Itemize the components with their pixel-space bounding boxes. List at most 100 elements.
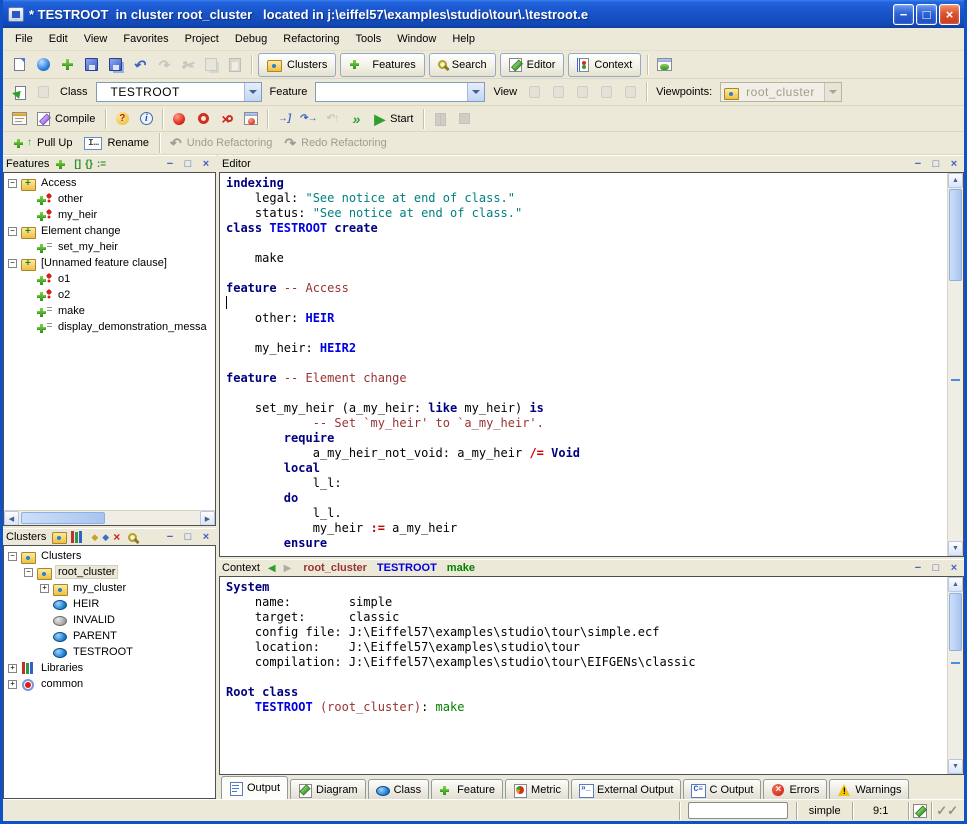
add-item-icon[interactable]: ◆ [91,531,98,543]
expand-toggle-icon[interactable]: − [8,552,17,561]
scroll-left-arrow[interactable]: ◀ [4,511,19,526]
step-over-icon[interactable]: ↷→ [296,108,320,130]
context-button[interactable]: Context [568,53,641,77]
class-combobox[interactable]: TESTROOT [96,82,262,102]
expand-toggle-icon[interactable]: − [8,227,17,236]
context-vscroll-thumb[interactable] [949,593,962,651]
expand-toggle-icon[interactable]: + [40,584,49,593]
breakpoint-enable-icon[interactable] [167,108,191,130]
new-class-icon[interactable] [55,54,79,76]
context-maximize-icon[interactable]: □ [929,561,943,575]
compile-button[interactable]: Compile [33,107,99,131]
code-line[interactable]: compilation: J:\Eiffel57\examples\studio… [226,655,947,670]
breakpoint-remove-icon[interactable]: × [215,108,239,130]
tree-item[interactable]: +Libraries [4,660,215,676]
code-line[interactable]: do [226,491,947,506]
tree-item[interactable]: o2 [4,287,215,303]
status-input[interactable] [688,802,788,819]
tree-item[interactable]: PARENT [4,628,215,644]
editor-vscrollbar[interactable]: ▲ ▼ [947,173,963,556]
clusters-close-icon[interactable]: × [199,530,213,544]
editor-button[interactable]: Editor [500,53,565,77]
scroll-up-arrow[interactable]: ▲ [948,577,963,592]
code-line[interactable]: ensure [226,536,947,551]
clusters-minimize-icon[interactable]: − [163,530,177,544]
code-line[interactable] [226,296,947,311]
tab-class[interactable]: Class [368,779,430,799]
remove-item-icon[interactable]: × [113,530,120,544]
hscroll-thumb[interactable] [21,512,105,524]
tree-item[interactable]: other [4,191,215,207]
breadcrumb-item[interactable]: TESTROOT [377,562,437,574]
step-into-icon[interactable]: →] [272,108,296,130]
editor-maximize-icon[interactable]: □ [929,157,943,171]
code-line[interactable] [226,386,947,401]
tree-item[interactable]: HEIR [4,596,215,612]
minimize-button[interactable]: − [893,4,914,25]
code-line[interactable]: status: "See notice at end of class." [226,206,947,221]
code-line[interactable]: my_heir := a_my_heir [226,521,947,536]
assigner-filter-icon[interactable]: := [97,159,106,170]
undo-refactoring-button[interactable]: ↶ Undo Refactoring [166,131,276,155]
code-line[interactable]: l_l: [226,476,947,491]
breadcrumb-item[interactable]: make [447,562,475,574]
expand-toggle-icon[interactable]: − [8,259,17,268]
clusters-maximize-icon[interactable]: □ [181,530,195,544]
tree-item[interactable]: +common [4,676,215,692]
stop-icon[interactable] [452,108,476,130]
context-close-icon[interactable]: × [947,561,961,575]
tab-feature[interactable]: Feature [431,779,503,799]
scroll-up-arrow[interactable]: ▲ [948,173,963,188]
expand-toggle-icon[interactable]: + [8,680,17,689]
tab-output[interactable]: Output [221,776,288,799]
code-line[interactable] [226,670,947,685]
tab-warnings[interactable]: Warnings [829,779,909,799]
expand-toggle-icon[interactable]: − [24,568,33,577]
menu-window[interactable]: Window [389,30,444,48]
code-line[interactable] [226,356,947,371]
add-library-icon[interactable] [70,531,84,544]
breadcrumb-item[interactable]: root_cluster [303,562,367,574]
features-close-icon[interactable]: × [199,157,213,171]
tab-errors[interactable]: Errors [763,779,827,799]
code-line[interactable]: legal: "See notice at end of class." [226,191,947,206]
tree-item[interactable]: +my_cluster [4,580,215,596]
copy-icon[interactable] [199,54,223,76]
code-line[interactable]: l_l. [226,506,947,521]
tree-item[interactable]: o1 [4,271,215,287]
scroll-down-arrow[interactable]: ▼ [948,759,963,774]
context-back-icon[interactable]: ◀ [268,563,276,574]
view-flat-icon[interactable] [570,81,594,103]
history-back-icon[interactable] [7,81,31,103]
code-line[interactable]: TESTROOT (root_cluster): make [226,700,947,715]
compile-info-icon[interactable] [7,108,31,130]
features-button[interactable]: Features [340,53,424,77]
save-icon[interactable] [79,54,103,76]
class-combobox-arrow[interactable] [244,83,261,101]
context-forward-icon[interactable]: ▶ [284,563,292,574]
code-line[interactable] [226,326,947,341]
check-question-icon[interactable] [110,108,134,130]
menu-debug[interactable]: Debug [227,30,275,48]
view-interface-icon[interactable] [618,81,642,103]
breakpoints-window-icon[interactable] [239,108,263,130]
menu-refactoring[interactable]: Refactoring [275,30,347,48]
tab-c-output[interactable]: C Output [683,779,761,799]
context-minimize-icon[interactable]: − [911,561,925,575]
expand-toggle-icon[interactable]: + [8,664,17,673]
context-text[interactable]: System name: simple target: classic conf… [220,577,947,774]
code-line[interactable]: feature -- Element change [226,371,947,386]
brackets-filter-icon[interactable]: [] [74,159,81,170]
code-line[interactable]: make [226,251,947,266]
tree-item[interactable]: −root_cluster [4,564,215,580]
tree-item[interactable]: −Access [4,175,215,191]
tree-item[interactable]: −[Unnamed feature clause] [4,255,215,271]
step-out-icon[interactable]: ↶↑ [320,108,344,130]
tab-external-output[interactable]: External Output [571,779,681,799]
search-button[interactable]: Search [429,53,496,77]
tab-metric[interactable]: Metric [505,779,569,799]
start-button[interactable]: ▶ Start [370,107,417,131]
code-line[interactable]: config file: J:\Eiffel57\examples\studio… [226,625,947,640]
pull-up-button[interactable]: ↑ Pull Up [9,131,76,155]
code-line[interactable]: class TESTROOT create [226,221,947,236]
